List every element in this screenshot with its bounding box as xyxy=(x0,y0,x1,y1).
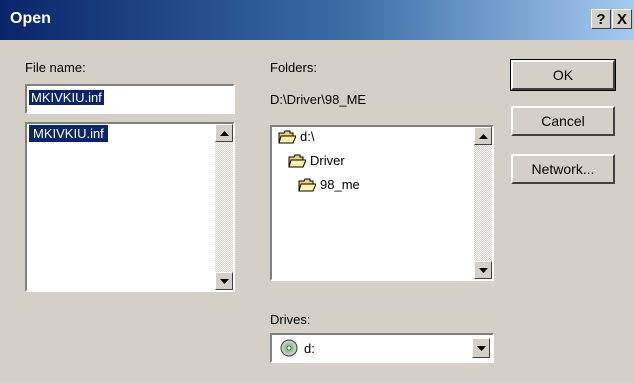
file-name-label: File name: xyxy=(25,60,86,75)
folder-path: D:\Driver\98_ME xyxy=(270,92,367,107)
help-button[interactable]: ? xyxy=(591,9,611,29)
file-name-input[interactable]: MKIVKIU.inf xyxy=(25,84,235,114)
file-list-scrollbar[interactable] xyxy=(215,124,233,290)
open-folder-icon xyxy=(298,178,316,191)
file-list-item-label: MKIVKIU.inf xyxy=(29,125,108,142)
network-button[interactable]: Network... xyxy=(511,154,615,184)
file-list[interactable]: MKIVKIU.inf xyxy=(25,122,235,292)
scroll-up-button[interactable] xyxy=(474,127,492,145)
open-folder-icon xyxy=(278,130,296,143)
folder-item-98-me[interactable]: 98_me xyxy=(298,177,360,192)
cd-drive-icon xyxy=(280,339,298,357)
scroll-down-button[interactable] xyxy=(215,272,233,290)
arrow-up-icon xyxy=(219,130,229,136)
folder-tree[interactable]: d:\ Driver 98_me xyxy=(270,125,494,281)
file-name-value: MKIVKIU.inf xyxy=(29,90,104,105)
folders-label: Folders: xyxy=(270,60,317,75)
drives-dropdown-button[interactable] xyxy=(472,338,490,358)
drives-selected: d: xyxy=(280,339,315,357)
window-title: Open xyxy=(10,10,51,27)
close-icon: X xyxy=(616,10,627,28)
chevron-down-icon xyxy=(476,345,486,351)
scroll-down-button[interactable] xyxy=(474,261,492,279)
folder-item-d[interactable]: d:\ xyxy=(278,129,314,144)
title-bar[interactable]: Open ? X xyxy=(0,0,634,40)
scroll-up-button[interactable] xyxy=(215,124,233,142)
arrow-down-icon xyxy=(478,267,488,273)
folder-item-label: 98_me xyxy=(320,177,360,192)
cancel-button[interactable]: Cancel xyxy=(511,106,615,136)
list-item[interactable]: MKIVKIU.inf xyxy=(29,125,108,142)
folder-item-label: Driver xyxy=(310,153,345,168)
ok-button[interactable]: OK xyxy=(510,59,616,91)
folder-item-label: d:\ xyxy=(300,129,315,144)
arrow-down-icon xyxy=(219,278,229,284)
drives-select[interactable]: d: xyxy=(270,333,494,363)
help-icon: ? xyxy=(596,10,606,28)
folder-tree-scrollbar[interactable] xyxy=(474,127,492,279)
drives-label: Drives: xyxy=(270,312,311,327)
drives-value: d: xyxy=(304,340,315,356)
folder-item-driver[interactable]: Driver xyxy=(288,153,345,168)
open-folder-icon xyxy=(288,154,306,167)
close-button[interactable]: X xyxy=(612,9,632,29)
arrow-up-icon xyxy=(478,133,488,139)
